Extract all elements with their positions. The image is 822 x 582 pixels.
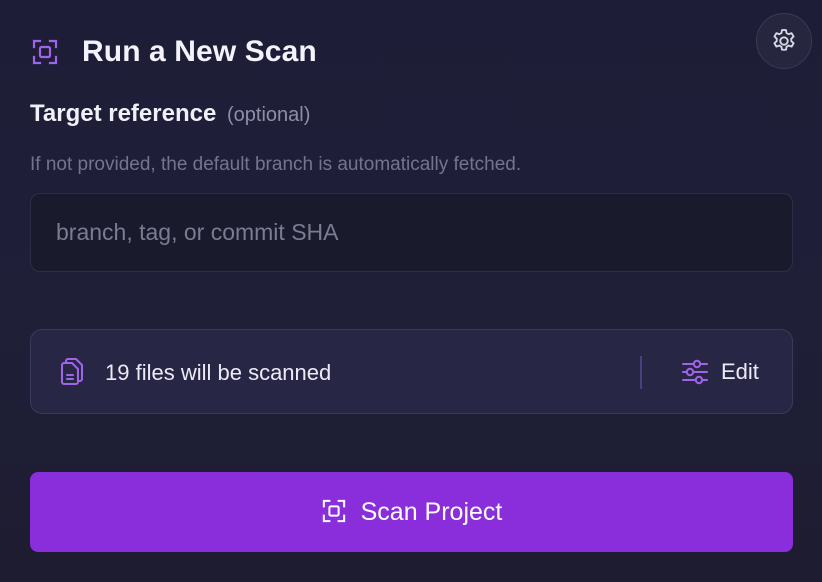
target-reference-help: If not provided, the default branch is a… [30,154,522,175]
scan-button-label: Scan Project [360,497,503,526]
settings-button[interactable] [756,13,812,69]
gear-icon [770,27,798,55]
edit-label: Edit [721,359,759,384]
optional-hint: (optional) [226,104,311,126]
panel-header: Run a New Scan [30,30,317,74]
scan-frame-icon [30,37,60,67]
edit-files-button[interactable]: Edit [681,352,759,392]
files-summary-card: 19 files will be scanned Edit [30,329,793,414]
sliders-icon [681,359,711,385]
scan-project-button[interactable]: Scan Project [30,472,793,552]
scan-panel: Run a New Scan Target reference (optiona… [0,0,822,582]
target-reference-input[interactable] [30,193,793,272]
files-icon [59,358,85,386]
files-count-text: 19 files will be scanned [105,360,332,385]
page-title: Run a New Scan [82,35,317,68]
card-divider [640,356,642,389]
target-reference-title: Target reference [30,100,217,127]
target-reference-label: Target reference (optional) [30,100,310,128]
scan-frame-icon [321,499,347,525]
